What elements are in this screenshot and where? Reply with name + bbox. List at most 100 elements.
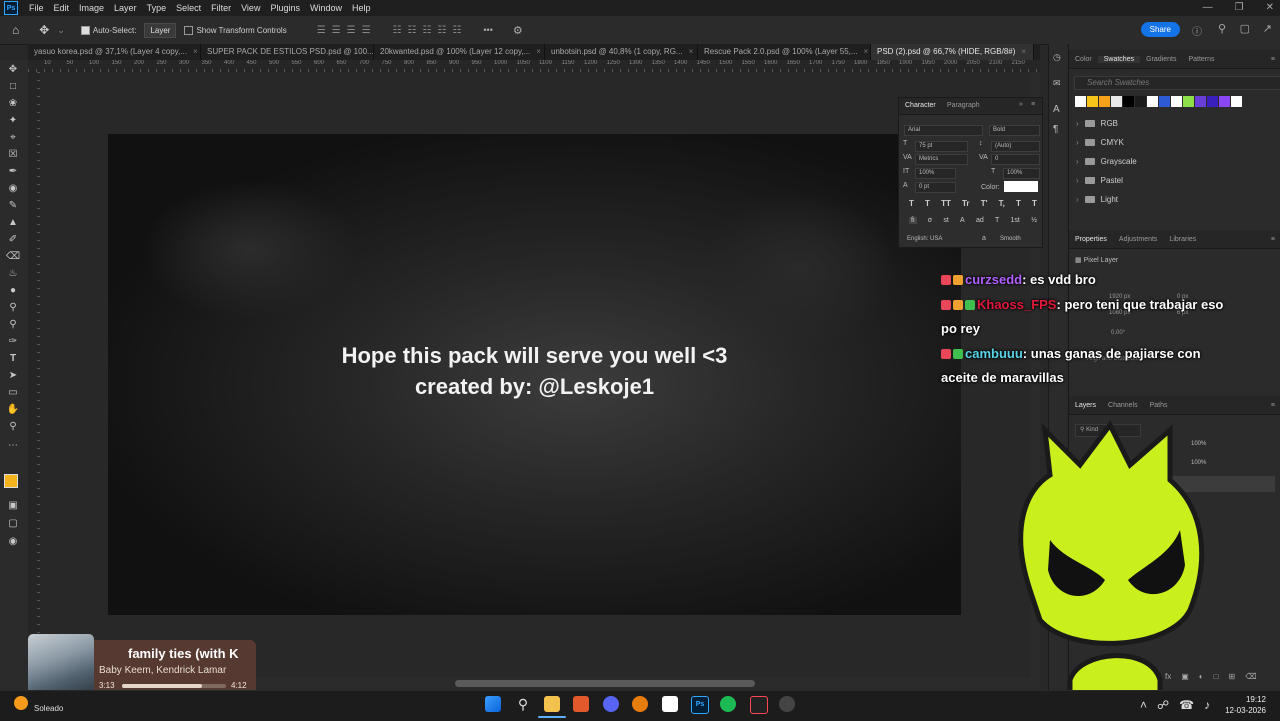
quick-mask-icon[interactable]: ▣	[6, 500, 20, 512]
search-icon[interactable]: ⚲	[1218, 22, 1226, 35]
color-swatch[interactable]	[1087, 96, 1098, 107]
color-swatch[interactable]	[1111, 96, 1122, 107]
close-icon[interactable]: ×	[689, 47, 694, 56]
weather-sun-icon[interactable]	[14, 696, 28, 710]
horizontal-scroll-thumb[interactable]	[455, 680, 755, 687]
tab-channels[interactable]: Channels	[1102, 402, 1144, 409]
export-icon[interactable]: ↗	[1263, 22, 1272, 35]
swatch-folder-rgb[interactable]: › RGB	[1076, 119, 1118, 128]
old-style-button[interactable]: σ	[928, 217, 932, 224]
magic-wand-tool-icon[interactable]: ✦	[6, 115, 20, 127]
dodge-tool-icon[interactable]: ⚲	[6, 302, 20, 314]
extra-tool-icon[interactable]: ◉	[6, 536, 20, 548]
color-swatch[interactable]	[1123, 96, 1134, 107]
swatch-folder-light[interactable]: › Light	[1076, 195, 1118, 204]
foreground-color-swatch[interactable]	[4, 474, 18, 488]
more-tools-icon[interactable]: ⋯	[6, 440, 20, 452]
menu-select[interactable]: Select	[171, 3, 206, 13]
distribute-icons[interactable]: ☷☷☷☷☷	[393, 25, 468, 36]
font-style-dropdown[interactable]: Bold	[989, 125, 1040, 136]
tab-patterns[interactable]: Patterns	[1182, 56, 1220, 63]
marquee-tool-icon[interactable]: □	[6, 81, 20, 93]
menu-image[interactable]: Image	[74, 3, 109, 13]
close-icon[interactable]: ×	[1021, 47, 1026, 56]
frame-tool-icon[interactable]: ☒	[6, 149, 20, 161]
tab-properties[interactable]: Properties	[1069, 236, 1113, 243]
type-tool-icon[interactable]: T	[6, 353, 20, 365]
gear-icon[interactable]: ⚙	[513, 24, 523, 37]
sponge-tool-icon[interactable]: ⚲	[6, 319, 20, 331]
comments-icon[interactable]: ✉	[1053, 78, 1061, 89]
leading-field[interactable]: (Auto)	[991, 141, 1040, 152]
menu-plugins[interactable]: Plugins	[265, 3, 305, 13]
restore-icon[interactable]: ❐	[1235, 0, 1244, 16]
all-caps-button[interactable]: TT	[941, 199, 951, 208]
vertical-scale-field[interactable]: 100%	[915, 168, 956, 179]
lasso-tool-icon[interactable]: ❀	[6, 98, 20, 110]
align-icons[interactable]: ☰☰☰☰	[317, 25, 377, 36]
tab-paragraph[interactable]: Paragraph	[947, 102, 980, 109]
history-brush-tool-icon[interactable]: ✐	[6, 234, 20, 246]
tab-adjustments[interactable]: Adjustments	[1113, 236, 1164, 243]
color-swatch[interactable]	[1099, 96, 1110, 107]
text-color-swatch[interactable]	[1004, 181, 1038, 192]
tab-paths[interactable]: Paths	[1144, 402, 1174, 409]
panel-menu-icon[interactable]: ≡	[1031, 101, 1035, 108]
tab-20kwanted[interactable]: 20kwanted.psd @ 100% (Layer 12 copy,... ×	[374, 44, 545, 60]
history-icon[interactable]: ◷	[1053, 52, 1061, 63]
fractions-button[interactable]: ½	[1031, 217, 1037, 224]
canvas-text-layer[interactable]: Hope this pack will serve you well <3 cr…	[108, 340, 961, 402]
menu-filter[interactable]: Filter	[206, 3, 236, 13]
discord-icon[interactable]	[603, 696, 619, 712]
search-swatches-input[interactable]: Search Swatches	[1074, 76, 1280, 90]
faux-bold-button[interactable]: T	[909, 199, 914, 208]
notion-icon[interactable]	[662, 696, 678, 712]
menu-help[interactable]: Help	[347, 3, 376, 13]
windows-start-icon[interactable]	[485, 696, 501, 712]
swatch-folder-pastel[interactable]: › Pastel	[1076, 176, 1123, 185]
font-size-field[interactable]: 75 pt	[915, 141, 968, 152]
show-transform-checkbox[interactable]: Show Transform Controls	[184, 25, 287, 36]
collapse-icon[interactable]: »	[1019, 101, 1023, 108]
horizontal-scale-field[interactable]: 100%	[1003, 168, 1040, 179]
menu-type[interactable]: Type	[142, 3, 172, 13]
strikethrough-button[interactable]: T	[1032, 199, 1037, 208]
subscript-button[interactable]: T,	[999, 199, 1005, 208]
brush-tool-icon[interactable]: ✎	[6, 200, 20, 212]
rectangle-tool-icon[interactable]: ▭	[6, 387, 20, 399]
delete-layer-icon[interactable]: ⌫	[1245, 672, 1256, 681]
tab-super-pack[interactable]: SUPER PACK DE ESTILOS PSD.psd @ 100...×	[201, 44, 374, 60]
auto-select-target-dropdown[interactable]: Layer	[144, 22, 177, 38]
clock[interactable]: 19:12 12-03-2026	[1222, 694, 1266, 716]
underline-button[interactable]: T	[1016, 199, 1021, 208]
tab-unbotsin[interactable]: unbotsin.psd @ 40,8% (1 copy, RG... ×	[545, 44, 698, 60]
color-swatch[interactable]	[1135, 96, 1146, 107]
swatch-folder-cmyk[interactable]: › CMYK	[1076, 138, 1124, 147]
menu-layer[interactable]: Layer	[109, 3, 142, 13]
properties-angle[interactable]: 0,00°	[1111, 330, 1125, 336]
search-icon[interactable]: ⚲	[515, 696, 531, 712]
move-tool-icon[interactable]: ✥	[6, 64, 20, 76]
discretionary-ligatures-button[interactable]: st	[943, 217, 948, 224]
close-icon[interactable]: ✕	[1266, 0, 1274, 16]
blur-tool-icon[interactable]: ●	[6, 285, 20, 297]
swash-button[interactable]: A	[960, 217, 965, 224]
tab-psd-2[interactable]: PSD (2).psd @ 66,7% (HIDE, RGB/8#) ×	[871, 44, 1034, 60]
screen-mode-icon[interactable]: ▢	[6, 518, 20, 530]
tab-yasuo-korea[interactable]: yasuo korea.psd @ 37,1% (Layer 4 copy,..…	[28, 44, 201, 60]
tab-color[interactable]: Color	[1069, 56, 1098, 63]
panel-menu-icon[interactable]: ≡	[1265, 56, 1280, 63]
new-layer-icon[interactable]: ⊞	[1228, 672, 1235, 681]
swatch-folder-grayscale[interactable]: › Grayscale	[1076, 157, 1137, 166]
crop-tool-icon[interactable]: ⌖	[6, 132, 20, 144]
minimize-icon[interactable]: —	[1203, 0, 1213, 16]
kerning-field[interactable]: Metrics	[915, 154, 968, 165]
character-panel-icon[interactable]: A	[1053, 104, 1060, 115]
color-swatch[interactable]	[1207, 96, 1218, 107]
tab-layers[interactable]: Layers	[1069, 402, 1102, 409]
auto-select-checkbox[interactable]: Auto-Select:	[80, 25, 136, 36]
color-swatch[interactable]	[1219, 96, 1230, 107]
titling-button[interactable]: T	[995, 217, 999, 224]
workspace-icon[interactable]: ▢	[1240, 22, 1250, 35]
panel-menu-icon[interactable]: ≡	[1265, 236, 1280, 243]
